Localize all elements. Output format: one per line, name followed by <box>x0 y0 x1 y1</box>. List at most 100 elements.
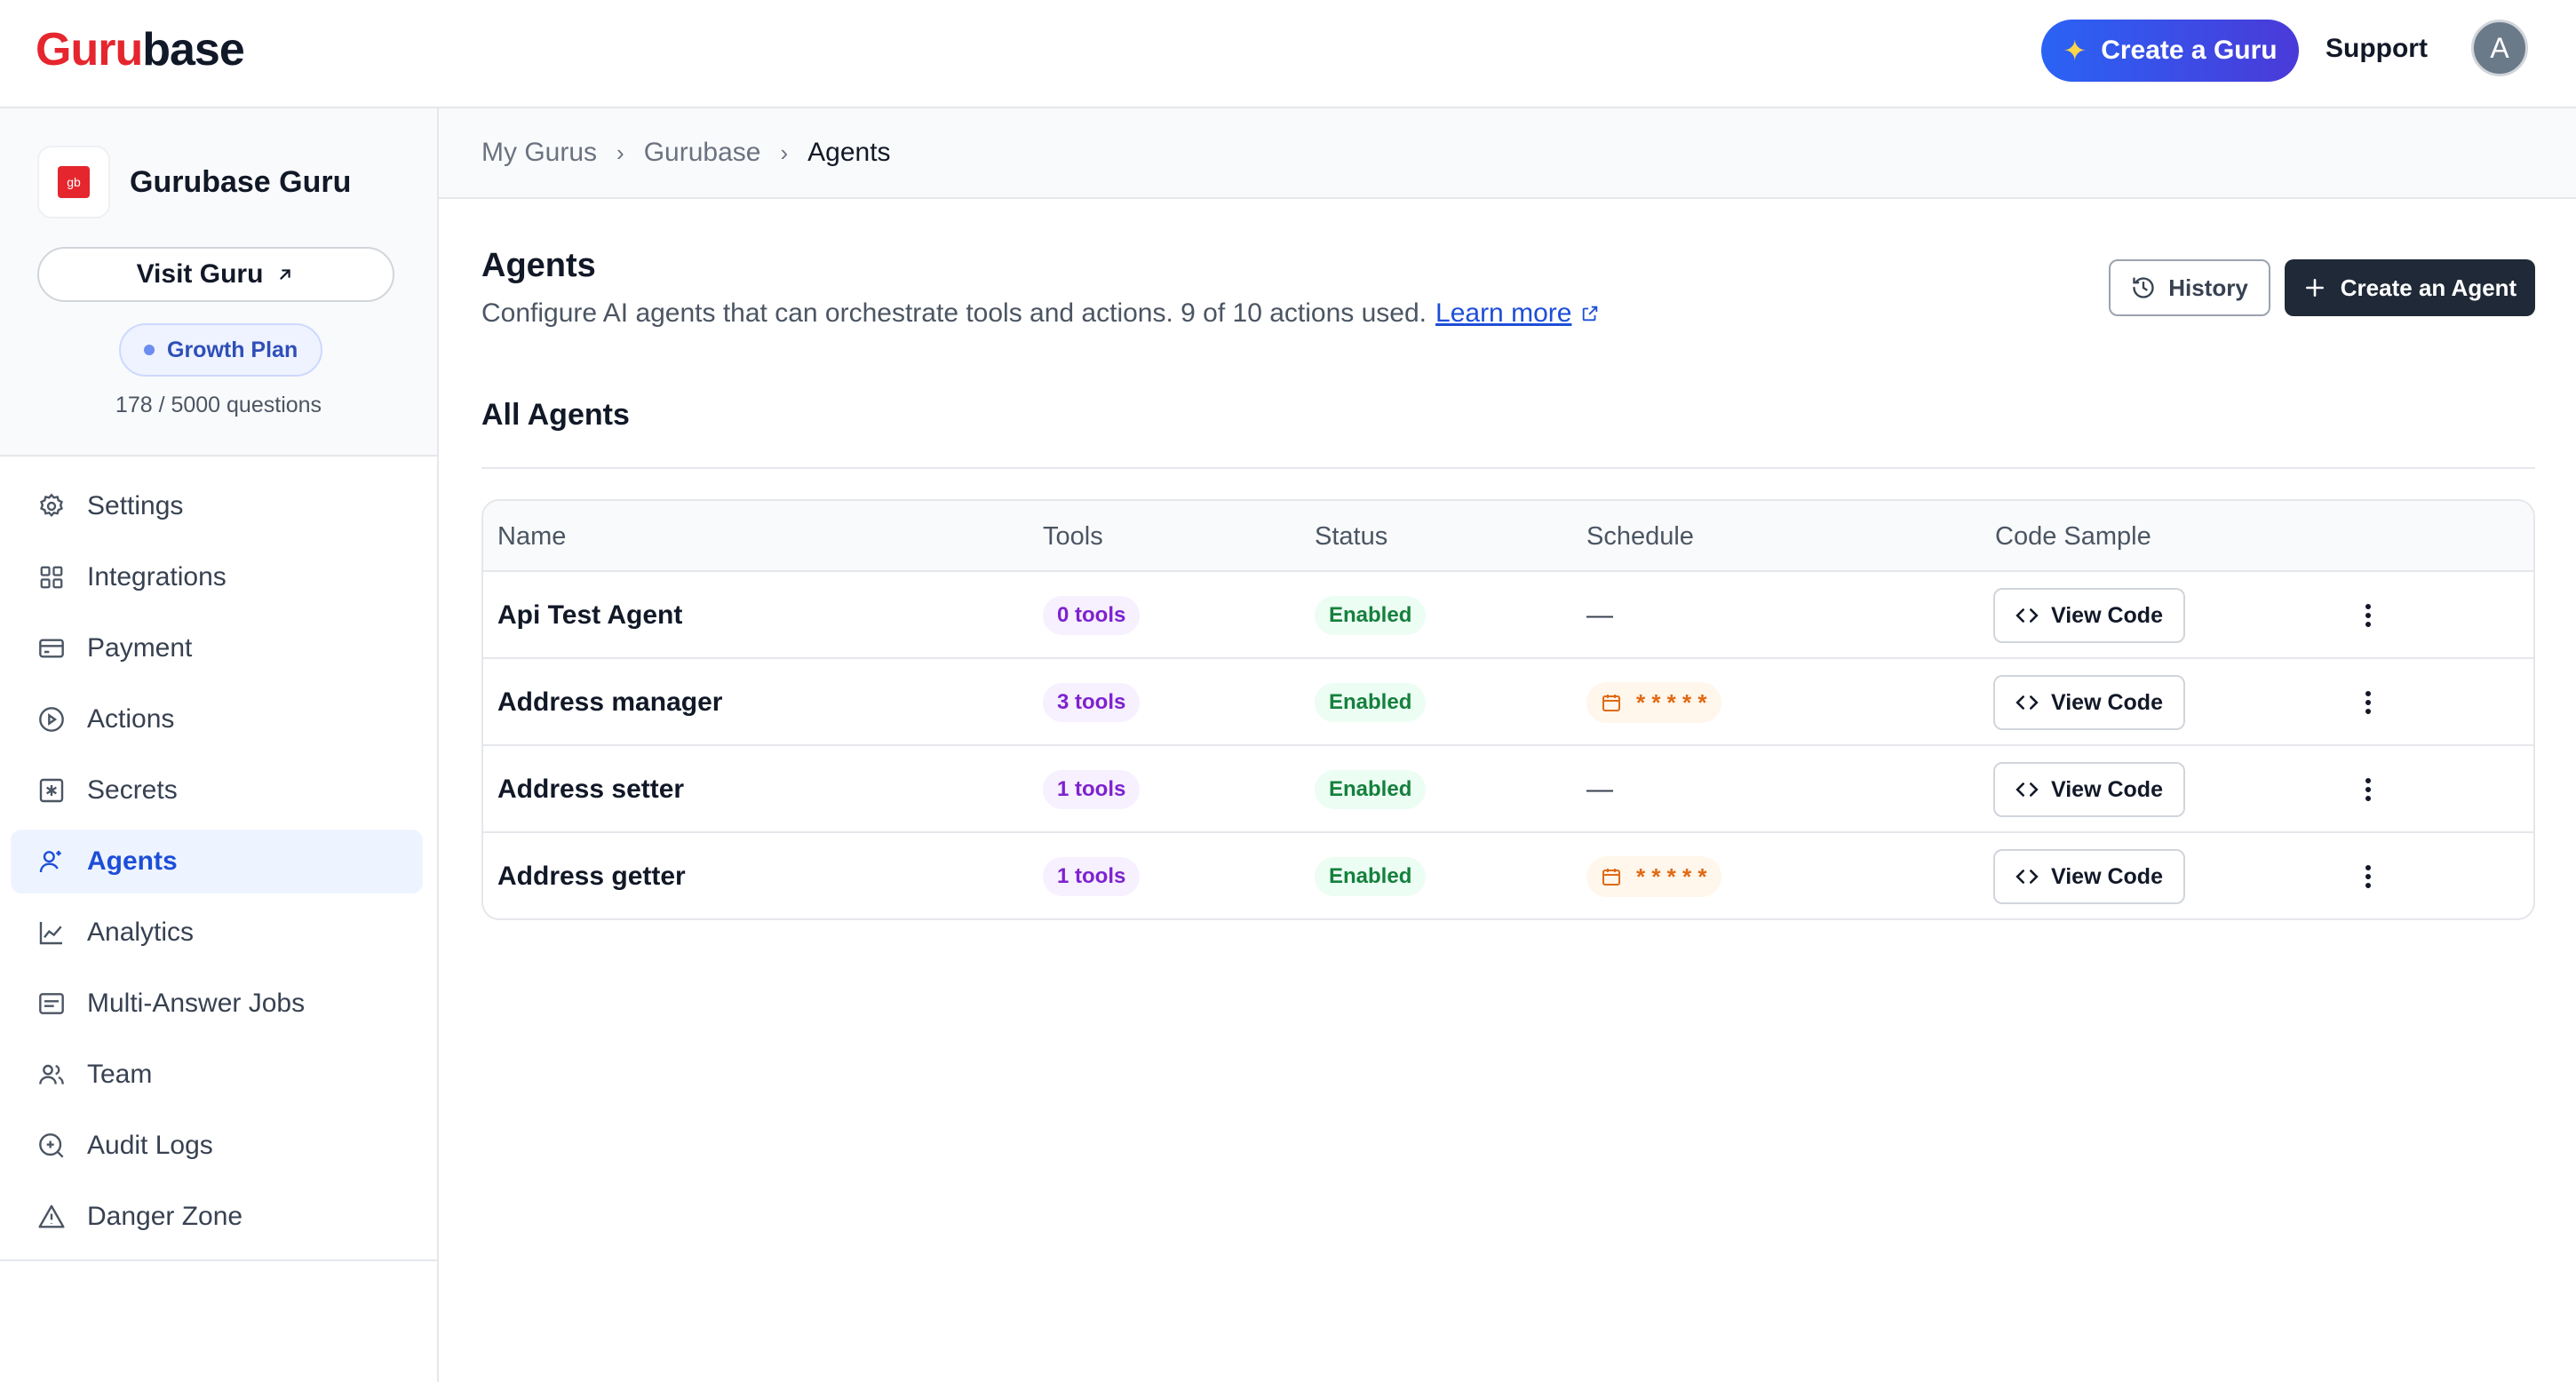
chevron-right-icon: › <box>780 139 789 166</box>
view-code-button[interactable]: View Code <box>1993 849 2185 904</box>
calendar-icon <box>1602 869 1620 886</box>
section-divider <box>481 467 2535 469</box>
agent-name[interactable]: Address getter <box>497 833 686 918</box>
plus-icon <box>2305 279 2324 297</box>
plan-dot-icon <box>144 345 155 355</box>
more-options-icon[interactable] <box>2350 859 2386 894</box>
sidebar-item-team[interactable]: Team <box>11 1043 423 1107</box>
chevron-right-icon: › <box>616 139 624 166</box>
table-header: Name Tools Status Schedule Code Sample <box>483 501 2533 572</box>
support-link[interactable]: Support <box>2326 34 2428 64</box>
tools-count-badge: 1 tools <box>1043 770 1141 809</box>
status-badge: Enabled <box>1315 596 1427 635</box>
sidebar-item-multi-answer-jobs[interactable]: Multi-Answer Jobs <box>11 972 423 1036</box>
schedule-empty: — <box>1586 774 1613 804</box>
guru-logo-mark: gb <box>58 166 90 198</box>
history-button[interactable]: History <box>2109 259 2270 316</box>
asterisk-square-icon <box>36 774 68 806</box>
schedule-badge: * * * * * <box>1586 856 1721 897</box>
sidebar-item-label: Team <box>87 1060 153 1089</box>
sidebar-item-label: Danger Zone <box>87 1202 243 1231</box>
avatar[interactable]: A <box>2471 20 2528 76</box>
sidebar-item-agents[interactable]: Agents <box>11 830 423 894</box>
play-circle-icon <box>36 703 68 735</box>
sidebar-item-payment[interactable]: Payment <box>11 616 423 680</box>
column-header-name: Name <box>497 522 567 551</box>
table-row[interactable]: Address setter 1 tools Enabled — View Co… <box>483 746 2533 833</box>
plan-badge: Growth Plan <box>119 323 323 377</box>
view-code-button[interactable]: View Code <box>1993 675 2185 730</box>
code-icon <box>2015 782 2039 797</box>
view-code-button[interactable]: View Code <box>1993 588 2185 643</box>
status-badge: Enabled <box>1315 770 1427 809</box>
visit-guru-button[interactable]: Visit Guru <box>37 247 394 302</box>
schedule-cron: * * * * * <box>1636 688 1707 716</box>
line-chart-icon <box>36 917 68 949</box>
agent-name[interactable]: Api Test Agent <box>497 572 682 659</box>
column-header-status: Status <box>1315 522 1388 551</box>
history-icon <box>2133 277 2154 298</box>
sparkle-icon: ✦ <box>2063 35 2087 67</box>
logo-part-guru: Guru <box>36 24 143 75</box>
column-header-tools: Tools <box>1043 522 1103 551</box>
sidebar-item-label: Agents <box>87 846 178 876</box>
sidebar: gb Gurubase Guru Visit Guru Growth Plan … <box>0 108 439 1382</box>
credit-card-icon <box>36 632 68 664</box>
section-title-all-agents: All Agents <box>481 398 630 432</box>
sidebar-item-label: Integrations <box>87 562 227 592</box>
sidebar-item-analytics[interactable]: Analytics <box>11 901 423 965</box>
agent-name[interactable]: Address manager <box>497 659 722 746</box>
history-label: History <box>2168 274 2248 301</box>
column-header-schedule: Schedule <box>1586 522 1694 551</box>
sidebar-item-danger-zone[interactable]: Danger Zone <box>11 1185 423 1249</box>
sidebar-item-secrets[interactable]: Secrets <box>11 759 423 822</box>
user-sparkle-icon <box>36 846 68 878</box>
learn-more-link[interactable]: Learn more <box>1435 298 1571 329</box>
table-row[interactable]: Address getter 1 tools Enabled * * * * *… <box>483 833 2533 918</box>
view-code-button[interactable]: View Code <box>1993 762 2185 817</box>
column-header-code-sample: Code Sample <box>1995 522 2151 551</box>
list-box-icon <box>36 988 68 1020</box>
breadcrumb-my-gurus[interactable]: My Gurus <box>481 138 597 168</box>
create-guru-label: Create a Guru <box>2101 36 2278 65</box>
sidebar-item-actions[interactable]: Actions <box>11 687 423 751</box>
grid-icon <box>36 561 68 593</box>
sidebar-item-settings[interactable]: Settings <box>11 474 423 538</box>
schedule-badge: * * * * * <box>1586 682 1721 723</box>
warning-icon <box>36 1201 68 1233</box>
create-guru-button[interactable]: ✦ Create a Guru <box>2041 20 2299 82</box>
more-options-icon[interactable] <box>2350 772 2386 807</box>
breadcrumb: My Gurus › Gurubase › Agents <box>439 108 2576 199</box>
more-options-icon[interactable] <box>2350 598 2386 633</box>
create-agent-button[interactable]: Create an Agent <box>2285 259 2535 316</box>
plan-label: Growth Plan <box>167 337 298 362</box>
gurubase-logo[interactable]: Gurubase <box>36 23 245 76</box>
guru-logo: gb <box>37 146 110 218</box>
top-header: Gurubase ✦ Create a Guru Support A <box>0 0 2576 108</box>
sidebar-item-label: Secrets <box>87 775 178 805</box>
calendar-icon <box>1602 695 1620 711</box>
sidebar-item-label: Actions <box>87 704 175 734</box>
code-icon <box>2015 608 2039 623</box>
view-code-label: View Code <box>2051 863 2163 889</box>
breadcrumb-agents: Agents <box>807 138 891 167</box>
table-row[interactable]: Api Test Agent 0 tools Enabled — View Co… <box>483 572 2533 659</box>
sidebar-item-integrations[interactable]: Integrations <box>11 545 423 609</box>
sidebar-item-label: Analytics <box>87 917 195 947</box>
search-log-icon <box>36 1130 68 1162</box>
sidebar-item-audit-logs[interactable]: Audit Logs <box>11 1114 423 1178</box>
sidebar-item-label: Multi-Answer Jobs <box>87 989 306 1018</box>
sidebar-item-label: Payment <box>87 633 193 663</box>
code-icon <box>2015 695 2039 710</box>
sidebar-divider <box>0 1259 437 1261</box>
table-row[interactable]: Address manager 3 tools Enabled * * * * … <box>483 659 2533 746</box>
page-description: Configure AI agents that can orchestrate… <box>481 298 1600 329</box>
agent-name[interactable]: Address setter <box>497 746 684 833</box>
description-text: Configure AI agents that can orchestrate… <box>481 298 1427 328</box>
status-badge: Enabled <box>1315 857 1427 896</box>
more-options-icon[interactable] <box>2350 685 2386 720</box>
view-code-label: View Code <box>2051 776 2163 802</box>
code-icon <box>2015 870 2039 884</box>
agents-table: Name Tools Status Schedule Code Sample A… <box>481 499 2535 920</box>
breadcrumb-gurubase[interactable]: Gurubase <box>644 138 761 168</box>
